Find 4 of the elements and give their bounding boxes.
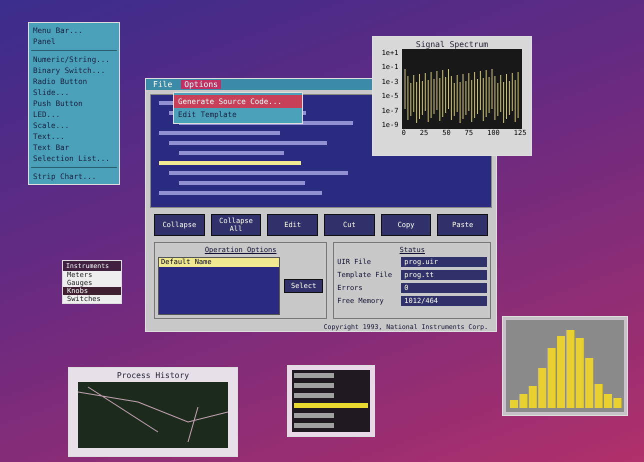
menu-title[interactable]: Options	[181, 80, 221, 89]
window-title: Signal Spectrum	[416, 40, 488, 49]
menu-title[interactable]: File	[150, 80, 176, 89]
window-title: Process History	[116, 371, 190, 380]
